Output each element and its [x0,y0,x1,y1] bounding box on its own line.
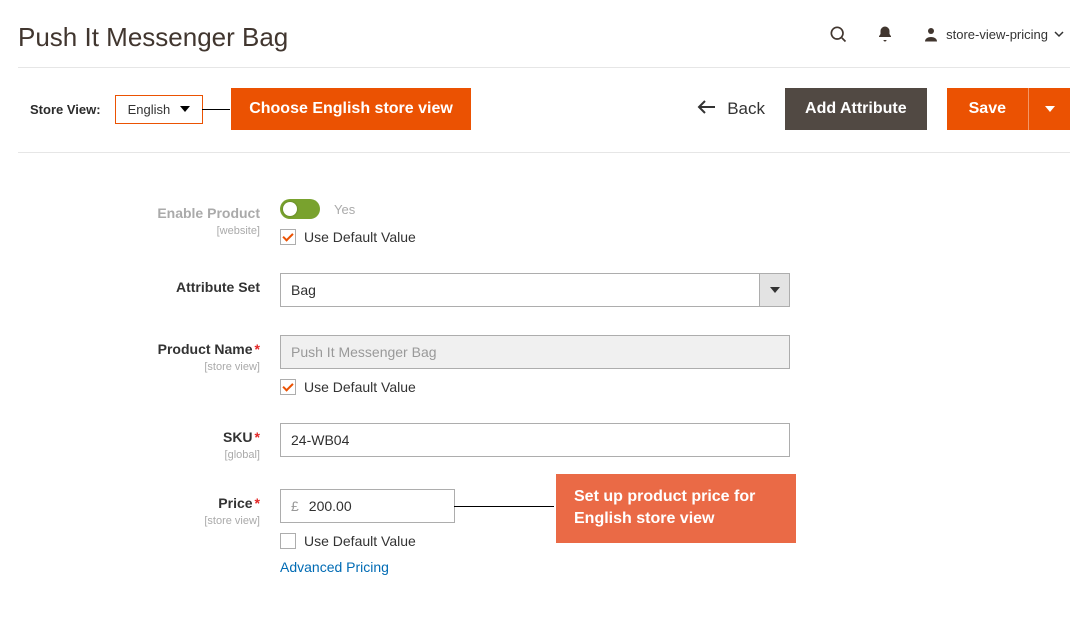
product-name-input: Push It Messenger Bag [280,335,790,369]
checkbox-icon [280,379,296,395]
chevron-down-icon [1054,29,1064,39]
enable-product-use-default[interactable]: Use Default Value [280,229,416,245]
arrow-left-icon [697,99,717,119]
save-button[interactable]: Save [947,88,1028,130]
product-name-scope: [store view] [0,361,260,373]
currency-symbol: £ [291,498,299,514]
enable-product-value: Yes [334,202,355,217]
use-default-label: Use Default Value [304,379,416,395]
bell-icon[interactable] [876,25,894,43]
required-mark: * [255,495,260,511]
add-attribute-button[interactable]: Add Attribute [785,88,927,130]
required-mark: * [255,429,260,445]
search-icon[interactable] [828,24,848,44]
product-name-label: Product Name* [158,341,260,357]
chevron-down-icon [759,274,789,306]
page-title: Push It Messenger Bag [18,22,288,53]
attribute-set-value: Bag [281,274,759,306]
price-use-default[interactable]: Use Default Value [280,533,455,549]
use-default-label: Use Default Value [304,229,416,245]
store-view-label: Store View: [30,102,101,117]
enable-product-label: Enable Product [157,205,260,221]
sku-label: SKU* [223,429,260,445]
user-label: store-view-pricing [946,27,1048,42]
annotation-line [454,506,554,507]
save-dropdown-toggle[interactable] [1028,88,1070,130]
required-mark: * [255,341,260,357]
annotation-line [202,109,230,110]
checkbox-icon [280,533,296,549]
price-value: 200.00 [309,498,352,514]
product-name-use-default[interactable]: Use Default Value [280,379,790,395]
store-view-value: English [128,102,171,117]
user-icon [922,25,940,43]
callout-store-view: Choose English store view [231,88,471,130]
sku-scope: [global] [0,449,260,461]
back-label: Back [727,99,765,119]
advanced-pricing-link[interactable]: Advanced Pricing [280,559,455,575]
back-button[interactable]: Back [697,99,765,119]
price-label: Price* [218,495,260,511]
attribute-set-label: Attribute Set [176,279,260,295]
user-menu[interactable]: store-view-pricing [922,25,1064,43]
use-default-label: Use Default Value [304,533,416,549]
store-view-select[interactable]: English [115,95,204,124]
price-input[interactable]: £ 200.00 Set up product price for Englis… [280,489,455,523]
enable-product-toggle[interactable] [280,199,320,219]
price-scope: [store view] [0,515,260,527]
attribute-set-select[interactable]: Bag [280,273,790,307]
sku-input[interactable]: 24-WB04 [280,423,790,457]
enable-product-scope: [website] [0,225,260,237]
checkbox-icon [280,229,296,245]
callout-price: Set up product price for English store v… [556,474,796,543]
